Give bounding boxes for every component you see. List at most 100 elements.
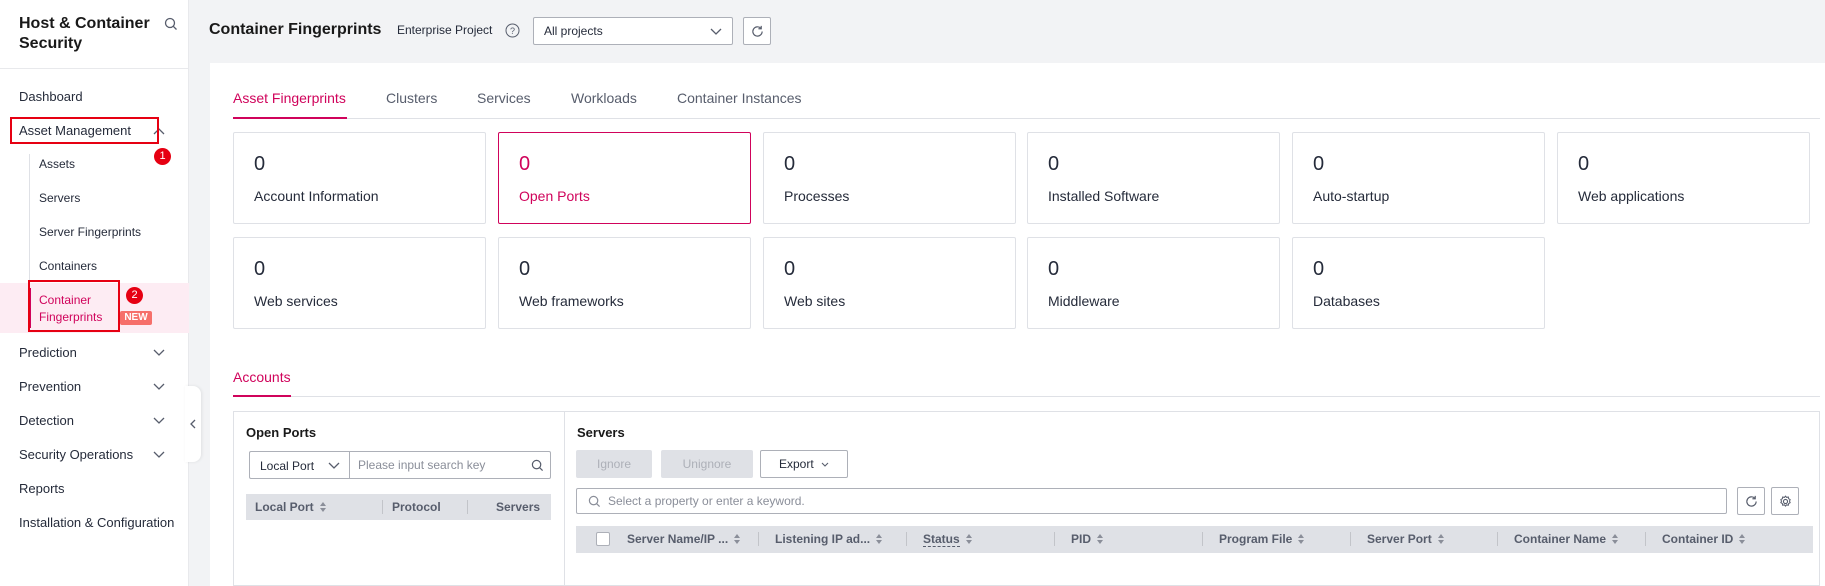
column-separator <box>1645 532 1646 546</box>
card-web-frameworks[interactable]: 0 Web frameworks <box>498 237 751 329</box>
card-label: Account Information <box>254 188 379 204</box>
column-status[interactable]: Status <box>923 532 973 547</box>
port-search-field[interactable] <box>349 451 551 479</box>
card-web-sites[interactable]: 0 Web sites <box>763 237 1016 329</box>
ignore-button[interactable]: Ignore <box>576 450 652 478</box>
column-separator <box>758 532 759 546</box>
column-listening-ip[interactable]: Listening IP ad... <box>775 532 883 546</box>
search-icon[interactable] <box>531 459 544 472</box>
refresh-button[interactable] <box>1737 487 1765 515</box>
card-web-applications[interactable]: 0 Web applications <box>1557 132 1810 224</box>
column-separator <box>1497 532 1498 546</box>
tab-workloads[interactable]: Workloads <box>571 90 637 106</box>
column-separator <box>1202 532 1203 546</box>
card-web-services[interactable]: 0 Web services <box>233 237 486 329</box>
card-processes[interactable]: 0 Processes <box>763 132 1016 224</box>
column-program-file[interactable]: Program File <box>1219 532 1305 546</box>
nav-server-fingerprints[interactable]: Server Fingerprints <box>39 225 141 239</box>
sort-icon[interactable] <box>1611 534 1619 544</box>
refresh-icon <box>1746 495 1757 507</box>
card-value: 0 <box>519 258 531 280</box>
nav-prediction[interactable]: Prediction <box>19 345 77 360</box>
card-value: 0 <box>254 153 266 175</box>
chevron-down-icon <box>821 462 829 467</box>
column-pid[interactable]: PID <box>1071 532 1104 546</box>
sort-icon[interactable] <box>319 502 327 512</box>
chevron-down-icon <box>710 28 722 35</box>
unignore-button[interactable]: Unignore <box>661 450 753 478</box>
servers-table-header: Server Name/IP ... Listening IP ad... St… <box>576 526 1813 553</box>
card-value: 0 <box>1313 153 1325 175</box>
annotation-box-1 <box>10 117 159 144</box>
column-server-port[interactable]: Server Port <box>1367 532 1445 546</box>
sort-icon[interactable] <box>1297 534 1305 544</box>
card-databases[interactable]: 0 Databases <box>1292 237 1545 329</box>
server-search-bar[interactable] <box>576 488 1727 514</box>
card-installed-software[interactable]: 0 Installed Software <box>1027 132 1280 224</box>
card-value: 0 <box>1048 153 1060 175</box>
column-protocol: Protocol <box>392 500 441 514</box>
open-ports-table-header: Local Port Protocol Servers <box>246 494 551 520</box>
nav-dashboard[interactable]: Dashboard <box>19 89 83 104</box>
app-title: Host & Container Security <box>19 15 150 52</box>
page-title: Container Fingerprints <box>209 21 382 38</box>
sidebar-collapse-handle[interactable] <box>185 386 201 462</box>
enterprise-project-value: All projects <box>544 24 603 38</box>
column-local-port[interactable]: Local Port <box>255 500 327 514</box>
nav-security-operations[interactable]: Security Operations <box>19 447 133 462</box>
nav-installation-configuration[interactable]: Installation & Configuration <box>19 515 174 530</box>
subtab-active-underline <box>233 395 291 397</box>
tab-services[interactable]: Services <box>477 90 531 106</box>
open-ports-title: Open Ports <box>246 425 317 440</box>
card-value: 0 <box>784 153 796 175</box>
open-ports-panel: Open Ports Local Port Local Port Protoco… <box>233 411 564 586</box>
nav-detection[interactable]: Detection <box>19 413 74 428</box>
card-account-information[interactable]: 0 Account Information <box>233 132 486 224</box>
svg-text:?: ? <box>510 26 515 36</box>
nav-servers[interactable]: Servers <box>39 191 80 205</box>
sort-icon[interactable] <box>1096 534 1104 544</box>
port-search-input[interactable] <box>358 457 518 473</box>
sort-icon[interactable] <box>733 534 741 544</box>
select-all-checkbox[interactable] <box>596 532 610 546</box>
nav-prevention[interactable]: Prevention <box>19 379 81 394</box>
sidebar: Host & Container Security Dashboard Asse… <box>0 0 189 586</box>
sort-icon[interactable] <box>965 534 973 544</box>
column-container-name[interactable]: Container Name <box>1514 532 1619 546</box>
refresh-button[interactable] <box>743 17 771 45</box>
port-filter-select[interactable]: Local Port <box>249 451 349 479</box>
export-button[interactable]: Export <box>760 450 848 478</box>
sort-icon[interactable] <box>1437 534 1445 544</box>
card-auto-startup[interactable]: 0 Auto-startup <box>1292 132 1545 224</box>
annotation-marker-1: 1 <box>154 148 171 165</box>
tab-accounts[interactable]: Accounts <box>233 369 291 385</box>
card-middleware[interactable]: 0 Middleware <box>1027 237 1280 329</box>
tab-clusters[interactable]: Clusters <box>386 90 437 106</box>
sort-icon[interactable] <box>875 534 883 544</box>
settings-button[interactable] <box>1771 487 1799 515</box>
card-value: 0 <box>1313 258 1325 280</box>
chevron-down-icon <box>153 349 165 356</box>
tabs-divider <box>233 118 1820 119</box>
nav-containers[interactable]: Containers <box>39 259 97 273</box>
nav-reports[interactable]: Reports <box>19 481 65 496</box>
tab-asset-fingerprints[interactable]: Asset Fingerprints <box>233 90 346 106</box>
search-icon[interactable] <box>164 17 178 31</box>
sort-icon[interactable] <box>1738 534 1746 544</box>
main-content: Asset Fingerprints Clusters Services Wor… <box>210 63 1825 586</box>
column-container-id[interactable]: Container ID <box>1662 532 1746 546</box>
column-servers: Servers <box>496 500 541 514</box>
tab-container-instances[interactable]: Container Instances <box>677 90 802 106</box>
column-separator <box>382 500 383 514</box>
new-badge: NEW <box>120 311 152 325</box>
page-header: Container Fingerprints Enterprise Projec… <box>190 0 1825 62</box>
help-icon[interactable]: ? <box>505 23 520 38</box>
card-open-ports[interactable]: 0 Open Ports <box>498 132 751 224</box>
chevron-down-icon <box>153 417 165 424</box>
chevron-down-icon <box>328 462 340 469</box>
nav-assets[interactable]: Assets <box>39 157 75 171</box>
column-server-name[interactable]: Server Name/IP ... <box>627 532 741 546</box>
chevron-down-icon <box>153 383 165 390</box>
enterprise-project-select[interactable]: All projects <box>533 17 733 45</box>
server-search-input[interactable] <box>608 493 1608 509</box>
